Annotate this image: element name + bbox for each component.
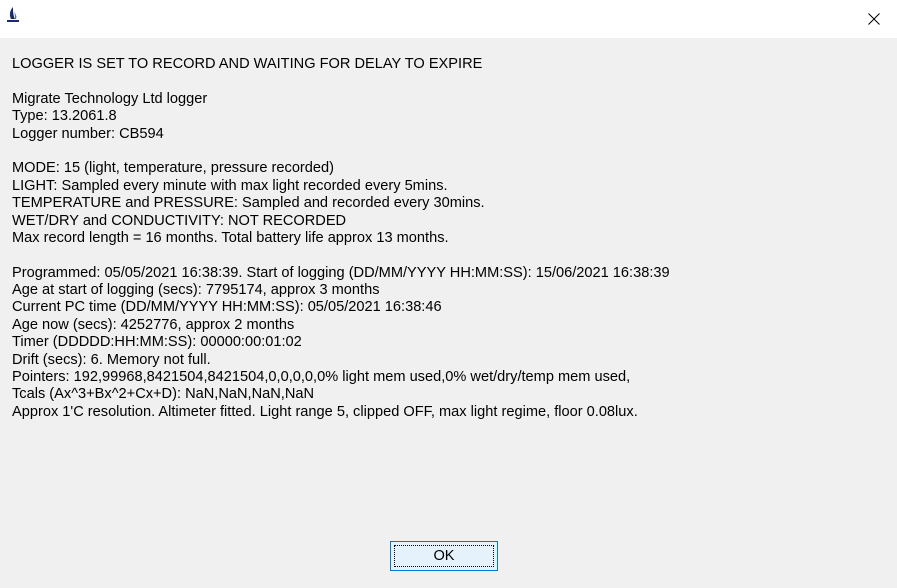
- status-message: LOGGER IS SET TO RECORD AND WAITING FOR …: [12, 56, 483, 72]
- mode-line: MODE: 15 (light, temperature, pressure r…: [12, 160, 335, 177]
- age-start-line: Age at start of logging (secs): 7795174,…: [12, 282, 380, 299]
- ok-button[interactable]: OK: [390, 541, 498, 571]
- drift-line: Drift (secs): 6. Memory not full.: [12, 351, 211, 368]
- dialog-window: LOGGER IS SET TO RECORD AND WAITING FOR …: [0, 0, 897, 588]
- tcals-line: Tcals (Ax^3+Bx^2+Cx+D): NaN,NaN,NaN,NaN: [12, 386, 315, 403]
- logger-number: Logger number: CB594: [12, 125, 164, 142]
- close-button[interactable]: [851, 0, 897, 38]
- migrate-logo-icon: [7, 7, 19, 22]
- pointers-line: Pointers: 192,99968,8421504,8421504,0,0,…: [12, 369, 631, 386]
- device-type: Type: 13.2061.8: [12, 108, 117, 125]
- message-body: LOGGER IS SET TO RECORD AND WAITING FOR …: [12, 56, 887, 421]
- device-manufacturer: Migrate Technology Ltd logger: [12, 90, 208, 107]
- timer-line: Timer (DDDDD:HH:MM:SS): 00000:00:01:02: [12, 334, 302, 351]
- light-line: LIGHT: Sampled every minute with max lig…: [12, 177, 448, 194]
- wetdry-line: WET/DRY and CONDUCTIVITY: NOT RECORDED: [12, 212, 347, 229]
- title-bar: [0, 0, 897, 38]
- record-length-line: Max record length = 16 months. Total bat…: [12, 229, 449, 246]
- close-icon: [868, 13, 880, 25]
- pc-time-line: Current PC time (DD/MM/YYYY HH:MM:SS): 0…: [12, 299, 442, 316]
- programmed-line: Programmed: 05/05/2021 16:38:39. Start o…: [12, 264, 670, 281]
- age-now-line: Age now (secs): 4252776, approx 2 months: [12, 316, 295, 333]
- ok-button-label: OK: [433, 548, 455, 564]
- temp-pressure-line: TEMPERATURE and PRESSURE: Sampled and re…: [12, 195, 485, 212]
- resolution-line: Approx 1'C resolution. Altimeter fitted.…: [12, 403, 638, 420]
